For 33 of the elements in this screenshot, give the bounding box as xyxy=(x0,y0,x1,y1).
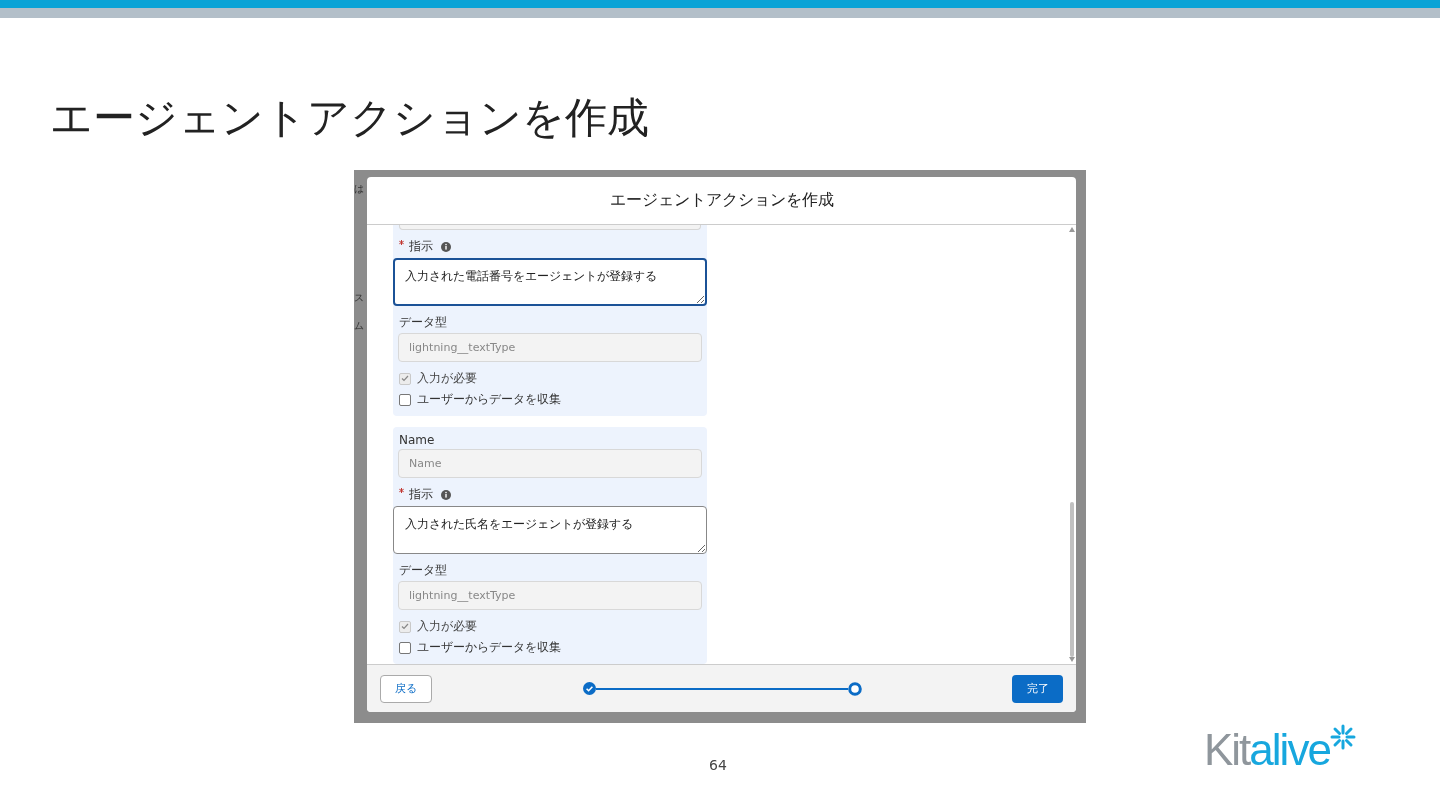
name-input[interactable]: Name xyxy=(398,449,702,478)
field-label: 指示 xyxy=(409,238,433,255)
finish-button[interactable]: 完了 xyxy=(1012,674,1063,703)
background-text: ム xyxy=(354,319,364,333)
dialog-title: エージェントアクションを作成 xyxy=(609,190,834,211)
field-label: データ型 xyxy=(399,562,448,579)
field-label: Name xyxy=(399,433,436,447)
check-icon xyxy=(401,623,409,630)
slide-title: エージェントアクションを作成 xyxy=(50,92,650,144)
checkbox-label: 入力が必要 xyxy=(417,618,477,635)
background-text: ス xyxy=(354,291,364,305)
logo: Kitalive xyxy=(1204,724,1330,776)
page-number: 64 xyxy=(709,757,727,773)
scroll-up-icon[interactable] xyxy=(1068,227,1075,232)
check-icon xyxy=(401,375,409,382)
instruction-textarea[interactable]: 入力された電話番号をエージェントが登録する xyxy=(393,258,707,306)
info-icon[interactable] xyxy=(441,489,451,500)
checkbox[interactable] xyxy=(399,393,411,406)
checkbox-label: ユーザーからデータを収集 xyxy=(417,391,561,408)
asterisk-icon xyxy=(1329,724,1356,750)
background-text: は xyxy=(354,182,364,196)
back-button[interactable]: 戻る xyxy=(380,674,432,703)
info-icon[interactable] xyxy=(441,241,451,252)
checkbox-label: ユーザーからデータを収集 xyxy=(417,639,561,656)
checkbox[interactable] xyxy=(399,641,411,654)
field-label: 指示 xyxy=(409,486,433,503)
data-type-input: lightning__textType xyxy=(398,581,702,610)
scroll-down-icon[interactable] xyxy=(1068,657,1075,662)
field-label: データ型 xyxy=(399,314,448,331)
scrollbar[interactable] xyxy=(1067,225,1076,664)
checkbox-label: 入力が必要 xyxy=(417,370,477,387)
data-type-input: lightning__textType xyxy=(398,333,702,362)
instruction-textarea[interactable]: 入力された氏名をエージェントが登録する xyxy=(393,506,707,554)
